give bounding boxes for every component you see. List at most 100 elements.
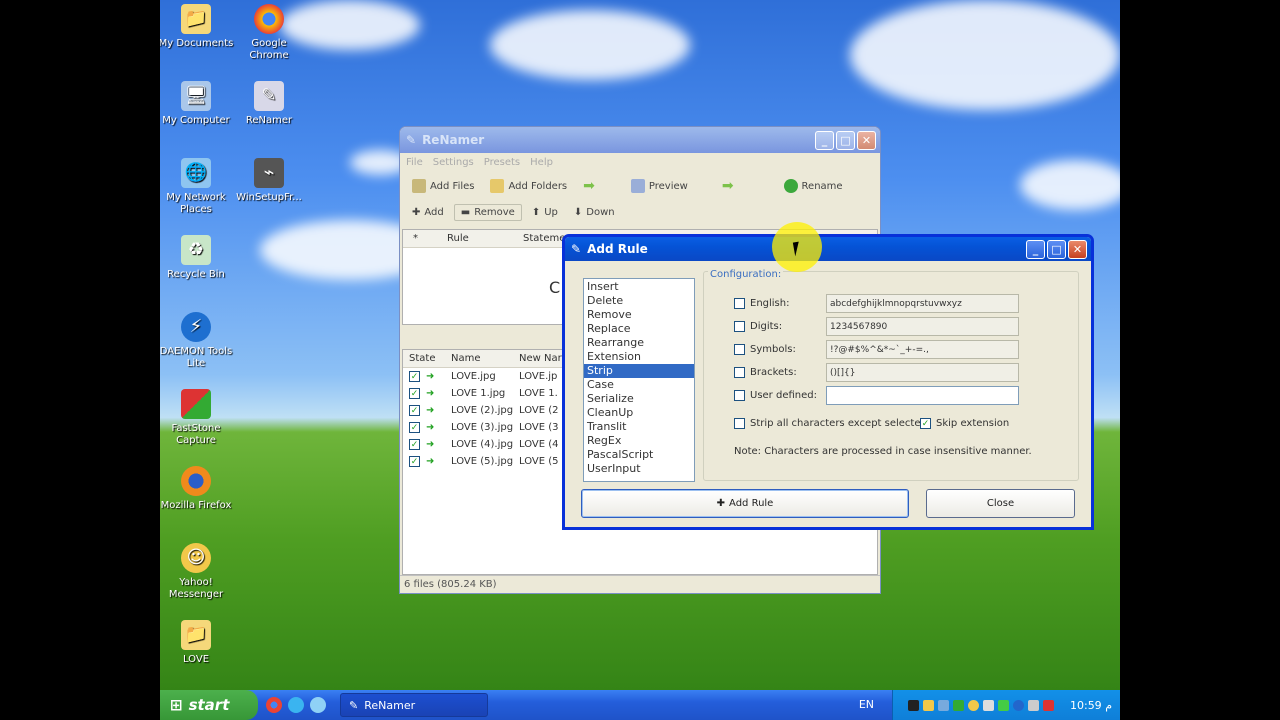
menu-help[interactable]: Help — [530, 157, 553, 168]
digits-checkbox[interactable] — [734, 321, 745, 332]
rule-type-extension[interactable]: Extension — [584, 350, 694, 364]
my-documents-icon[interactable]: 📁 My Documents — [160, 4, 234, 50]
my-network-places-icon[interactable]: 🌐 My Network Places — [160, 158, 234, 216]
skip-extension-label: Skip extension — [936, 418, 1010, 429]
system-tray: 10:59 م — [892, 690, 1120, 720]
tray-app-icon[interactable] — [907, 699, 919, 711]
strip-all-except-checkbox[interactable] — [734, 418, 745, 429]
rule-type-remove[interactable]: Remove — [584, 308, 694, 322]
symbols-field[interactable]: !?@#$%^&*~`_+-=., — [826, 340, 1019, 359]
lightning-icon: ⚡ — [181, 312, 211, 342]
close-button[interactable]: ✕ — [857, 130, 876, 150]
english-field[interactable]: abcdefghijklmnopqrstuvwxyz — [826, 294, 1019, 313]
tray-volume-icon[interactable] — [982, 699, 994, 711]
rule-type-rearrange[interactable]: Rearrange — [584, 336, 694, 350]
maximize-button[interactable]: □ — [1047, 239, 1066, 259]
tray-daemon-icon[interactable] — [1012, 699, 1024, 711]
edge-icon[interactable] — [310, 697, 326, 713]
network-icon: 🌐 — [181, 158, 211, 188]
minus-icon: ▬ — [460, 206, 471, 218]
menu-bar: File Settings Presets Help — [400, 153, 880, 171]
winsetup-shortcut-icon[interactable]: ⌁ WinSetupFr... — [231, 158, 307, 204]
preview-button[interactable]: Preview — [625, 177, 694, 195]
brackets-checkbox[interactable] — [734, 367, 745, 378]
rule-type-replace[interactable]: Replace — [584, 322, 694, 336]
language-indicator[interactable]: EN — [859, 698, 874, 711]
rule-type-delete[interactable]: Delete — [584, 294, 694, 308]
symbols-checkbox[interactable] — [734, 344, 745, 355]
tray-antivirus-icon[interactable] — [1042, 699, 1054, 711]
menu-settings[interactable]: Settings — [433, 157, 474, 168]
tray-folder-icon[interactable] — [922, 699, 934, 711]
my-computer-icon[interactable]: 🖥 My Computer — [160, 81, 234, 127]
window-title: ReNamer — [422, 133, 485, 147]
skip-extension-option[interactable]: ✓ Skip extension — [920, 418, 1009, 429]
clock[interactable]: 10:59 م — [1070, 699, 1112, 712]
daemon-tools-icon[interactable]: ⚡ DAEMON Tools Lite — [160, 312, 234, 370]
google-chrome-icon[interactable]: Google Chrome — [231, 4, 307, 62]
internet-explorer-icon[interactable] — [288, 697, 304, 713]
configuration-panel: Configuration: English: abcdefghijklmnopq… — [703, 269, 1079, 481]
add-rule-toolbar-button[interactable]: ✚ Add — [406, 205, 450, 220]
move-up-button[interactable]: ⬆ Up — [526, 205, 564, 220]
mozilla-firefox-icon[interactable]: Mozilla Firefox — [160, 466, 234, 512]
add-rule-button[interactable]: ✚ Add Rule — [581, 489, 909, 518]
file-checkbox[interactable]: ✓ — [409, 422, 420, 433]
recycle-bin-icon[interactable]: ♻ Recycle Bin — [160, 235, 234, 281]
rule-type-regex[interactable]: RegEx — [584, 434, 694, 448]
tray-display-icon[interactable] — [1027, 699, 1039, 711]
userdefined-checkbox[interactable] — [734, 390, 745, 401]
tray-network-icon[interactable] — [937, 699, 949, 711]
renamer-shortcut-icon[interactable]: ✎ ReNamer — [231, 81, 307, 127]
start-button[interactable]: ⊞ start — [160, 690, 258, 720]
rules-col-index: * — [413, 233, 418, 244]
taskbar-renamer-button[interactable]: ✎ ReNamer — [340, 693, 488, 717]
rule-type-cleanup[interactable]: CleanUp — [584, 406, 694, 420]
rule-type-translit[interactable]: Translit — [584, 420, 694, 434]
file-checkbox[interactable]: ✓ — [409, 371, 420, 382]
strip-all-except-label: Strip all characters except selected — [750, 418, 927, 429]
add-files-button[interactable]: Add Files — [406, 177, 480, 195]
add-folders-button[interactable]: Add Folders — [484, 177, 573, 195]
rules-col-statement: Stateme — [523, 233, 566, 244]
close-button[interactable]: ✕ — [1068, 239, 1087, 259]
english-checkbox[interactable] — [734, 298, 745, 309]
tray-messenger-icon[interactable] — [967, 699, 979, 711]
digits-field[interactable]: 1234567890 — [826, 317, 1019, 336]
brackets-field[interactable]: ()[]{} — [826, 363, 1019, 382]
renamer-titlebar[interactable]: ✎ ReNamer _ □ ✕ — [400, 127, 880, 153]
file-checkbox[interactable]: ✓ — [409, 388, 420, 399]
dialog-titlebar[interactable]: ✎ Add Rule _ □ ✕ — [565, 237, 1091, 261]
rule-type-strip[interactable]: Strip — [584, 364, 694, 378]
rule-type-pascalscript[interactable]: PascalScript — [584, 448, 694, 462]
yahoo-messenger-icon[interactable]: ☺ Yahoo! Messenger — [160, 543, 234, 601]
renamer-app-icon: ✎ — [571, 242, 582, 256]
menu-presets[interactable]: Presets — [484, 157, 520, 168]
skip-extension-checkbox[interactable]: ✓ — [920, 418, 931, 429]
tray-update-icon[interactable] — [997, 699, 1009, 711]
file-checkbox[interactable]: ✓ — [409, 456, 420, 467]
rule-type-list[interactable]: Insert Delete Remove Replace Rearrange Extens… — [583, 278, 695, 482]
rule-type-case[interactable]: Case — [584, 378, 694, 392]
menu-file[interactable]: File — [406, 157, 423, 168]
faststone-capture-icon[interactable]: FastStone Capture — [160, 389, 234, 447]
move-down-button[interactable]: ⬇ Down — [568, 205, 621, 220]
maximize-button[interactable]: □ — [836, 130, 855, 150]
preview-icon — [630, 179, 645, 193]
tray-shield-icon[interactable] — [952, 699, 964, 711]
file-checkbox[interactable]: ✓ — [409, 439, 420, 450]
rule-type-serialize[interactable]: Serialize — [584, 392, 694, 406]
file-checkbox[interactable]: ✓ — [409, 405, 420, 416]
rule-type-userinput[interactable]: UserInput — [584, 462, 694, 476]
remove-rule-button[interactable]: ▬ Remove — [453, 203, 522, 221]
rename-button[interactable]: Rename — [778, 177, 849, 195]
userdefined-field[interactable] — [826, 386, 1019, 405]
close-dialog-button[interactable]: Close — [926, 489, 1075, 518]
chrome-icon[interactable] — [266, 697, 282, 713]
minimize-button[interactable]: _ — [815, 130, 834, 150]
love-folder-icon[interactable]: 📁 LOVE — [160, 620, 234, 666]
minimize-button[interactable]: _ — [1026, 239, 1045, 259]
strip-all-except-option[interactable]: Strip all characters except selected — [734, 418, 927, 429]
add-files-icon — [412, 179, 426, 193]
rule-type-insert[interactable]: Insert — [584, 280, 694, 294]
